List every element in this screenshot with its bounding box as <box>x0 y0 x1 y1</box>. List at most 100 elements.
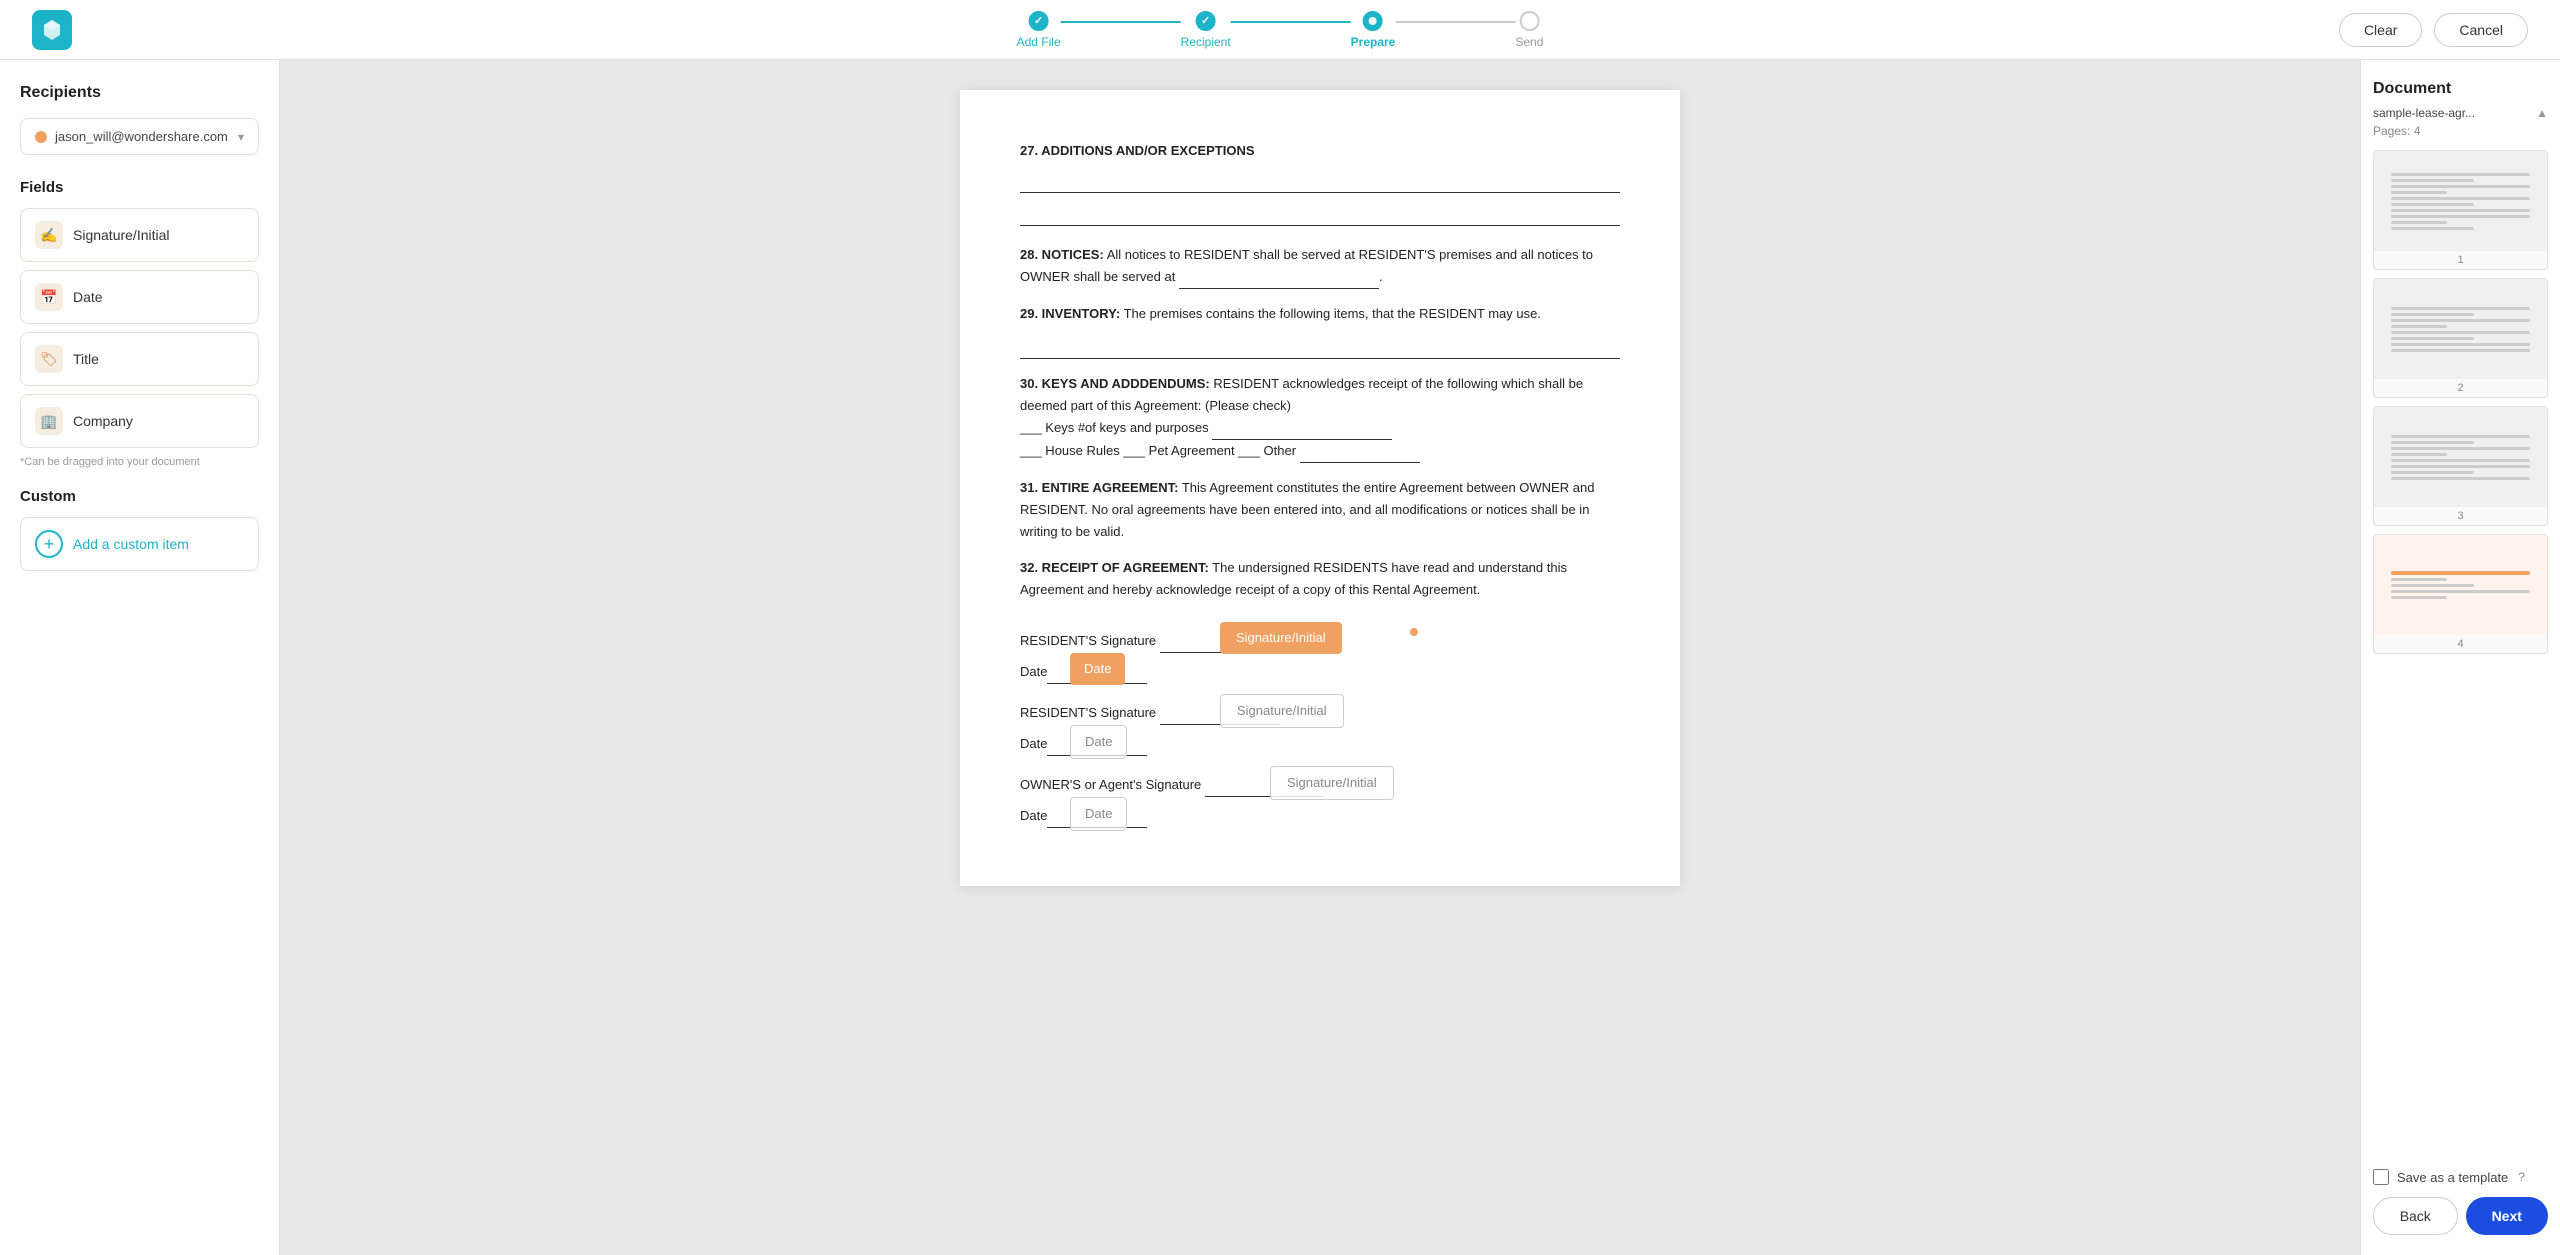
doc-filename: sample-lease-agr... ▲ <box>2373 106 2548 120</box>
page-thumbnail-1[interactable]: 1 <box>2373 150 2548 270</box>
template-check-container: Save as a template ? <box>2373 1153 2548 1185</box>
document-area[interactable]: 27. ADDITIONS AND/OR EXCEPTIONS 28. NOTI… <box>280 60 2360 1255</box>
recipients-title: Recipients <box>20 84 259 102</box>
date-row-3: Date Date <box>1020 805 1620 828</box>
page-num-2: 2 <box>2374 379 2547 397</box>
overlay-resize-handle[interactable] <box>1410 628 1418 636</box>
sidebar: Recipients jason_will@wondershare.com ▾ … <box>0 60 280 1255</box>
date-icon: 📅 <box>35 283 63 311</box>
sig-overlay-1[interactable]: Signature/Initial <box>1220 622 1342 654</box>
progress-steps: Add File Recipient Prepare Send <box>1017 11 1544 49</box>
main-layout: Recipients jason_will@wondershare.com ▾ … <box>0 60 2560 1255</box>
section-28-heading: 28. NOTICES: <box>1020 247 1104 262</box>
recipient-selector[interactable]: jason_will@wondershare.com ▾ <box>20 118 259 155</box>
section-27: 27. ADDITIONS AND/OR EXCEPTIONS <box>1020 140 1620 162</box>
field-company[interactable]: 🏢 Company <box>20 394 259 448</box>
page-num-4: 4 <box>2374 635 2547 653</box>
step-circle-add-file <box>1029 11 1049 31</box>
next-button[interactable]: Next <box>2466 1197 2549 1235</box>
section-30-heading: 30. KEYS AND ADDDENDUMS: <box>1020 376 1210 391</box>
section-29-line <box>1020 334 1620 359</box>
collapse-icon[interactable]: ▲ <box>2536 106 2548 120</box>
step-line-2 <box>1231 21 1351 23</box>
section-29: 29. INVENTORY: The premises contains the… <box>1020 303 1620 325</box>
cancel-button[interactable]: Cancel <box>2434 13 2528 47</box>
field-label-signature: Signature/Initial <box>73 227 170 243</box>
step-send[interactable]: Send <box>1515 11 1543 49</box>
sig-overlay-2[interactable]: Signature/Initial <box>1220 694 1344 728</box>
recipient-dot <box>35 131 47 143</box>
signature-block: RESIDENT'S Signature Signature/Initial D… <box>1020 630 1620 829</box>
section-31: 31. ENTIRE AGREEMENT: This Agreement con… <box>1020 477 1620 543</box>
page-thumbnail-2[interactable]: 2 <box>2373 278 2548 398</box>
right-panel: Document sample-lease-agr... ▲ Pages: 4 … <box>2360 60 2560 1255</box>
date-overlay-2[interactable]: Date <box>1070 725 1127 759</box>
drag-hint: *Can be dragged into your document <box>20 456 259 468</box>
save-template-checkbox[interactable] <box>2373 1169 2389 1185</box>
step-recipient[interactable]: Recipient <box>1181 11 1231 49</box>
save-template-label[interactable]: Save as a template <box>2397 1170 2508 1185</box>
step-label-prepare: Prepare <box>1351 35 1396 49</box>
date-row-2: Date Date <box>1020 733 1620 756</box>
app-logo <box>32 10 72 50</box>
step-label-add-file: Add File <box>1017 35 1061 49</box>
date-overlay-1[interactable]: Date <box>1070 653 1125 685</box>
page-thumbnail-3[interactable]: 3 <box>2373 406 2548 526</box>
step-circle-send <box>1519 11 1539 31</box>
step-line-3 <box>1395 21 1515 23</box>
company-icon: 🏢 <box>35 407 63 435</box>
step-label-send: Send <box>1515 35 1543 49</box>
sig-row-3: OWNER'S or Agent's Signature Signature/I… <box>1020 774 1620 797</box>
back-button[interactable]: Back <box>2373 1197 2458 1235</box>
page-thumbnail-4[interactable]: 4 <box>2373 534 2548 654</box>
section-28: 28. NOTICES: All notices to RESIDENT sha… <box>1020 244 1620 289</box>
section-30: 30. KEYS AND ADDDENDUMS: RESIDENT acknow… <box>1020 373 1620 463</box>
section-27-line2 <box>1020 201 1620 226</box>
section-32-heading: 32. RECEIPT OF AGREEMENT: <box>1020 560 1209 575</box>
doc-pages: Pages: 4 <box>2373 124 2548 138</box>
page-num-1: 1 <box>2374 251 2547 269</box>
document-page: 27. ADDITIONS AND/OR EXCEPTIONS 28. NOTI… <box>960 90 1680 886</box>
doc-content: 27. ADDITIONS AND/OR EXCEPTIONS 28. NOTI… <box>1020 140 1620 828</box>
step-label-recipient: Recipient <box>1181 35 1231 49</box>
topbar-actions: Clear Cancel <box>2339 13 2528 47</box>
doc-panel-title: Document <box>2373 80 2548 98</box>
add-custom-plus-icon: + <box>35 530 63 558</box>
field-label-date: Date <box>73 289 103 305</box>
template-help-icon[interactable]: ? <box>2518 1170 2525 1184</box>
field-date[interactable]: 📅 Date <box>20 270 259 324</box>
signature-icon: ✍ <box>35 221 63 249</box>
page-num-3: 3 <box>2374 507 2547 525</box>
thumb-inner-3 <box>2374 407 2547 507</box>
section-27-heading: 27. ADDITIONS AND/OR EXCEPTIONS <box>1020 143 1255 158</box>
section-32: 32. RECEIPT OF AGREEMENT: The undersigne… <box>1020 557 1620 601</box>
field-label-company: Company <box>73 413 133 429</box>
add-custom-label: Add a custom item <box>73 536 189 552</box>
logo-icon <box>40 18 64 42</box>
title-icon: 🏷 <box>35 345 63 373</box>
thumb-inner-2 <box>2374 279 2547 379</box>
date-overlay-3[interactable]: Date <box>1070 797 1127 831</box>
custom-title: Custom <box>20 488 259 505</box>
recipient-email: jason_will@wondershare.com <box>55 129 228 144</box>
fields-title: Fields <box>20 179 259 196</box>
step-line-1 <box>1061 21 1181 23</box>
add-custom-button[interactable]: + Add a custom item <box>20 517 259 571</box>
date-row-1: Date Date <box>1020 661 1620 684</box>
sig-overlay-3[interactable]: Signature/Initial <box>1270 766 1394 800</box>
step-prepare[interactable]: Prepare <box>1351 11 1396 49</box>
step-add-file[interactable]: Add File <box>1017 11 1061 49</box>
field-title[interactable]: 🏷 Title <box>20 332 259 386</box>
field-label-title: Title <box>73 351 99 367</box>
panel-actions: Back Next <box>2373 1197 2548 1235</box>
section-29-heading: 29. INVENTORY: <box>1020 306 1120 321</box>
step-circle-recipient <box>1196 11 1216 31</box>
step-circle-prepare <box>1363 11 1383 31</box>
sig-row-1: RESIDENT'S Signature Signature/Initial <box>1020 630 1620 653</box>
section-31-heading: 31. ENTIRE AGREEMENT: <box>1020 480 1178 495</box>
topbar: Add File Recipient Prepare Send Clear Ca… <box>0 0 2560 60</box>
clear-button[interactable]: Clear <box>2339 13 2422 47</box>
field-signature-initial[interactable]: ✍ Signature/Initial <box>20 208 259 262</box>
thumb-inner-4 <box>2374 535 2547 635</box>
section-27-line <box>1020 168 1620 193</box>
